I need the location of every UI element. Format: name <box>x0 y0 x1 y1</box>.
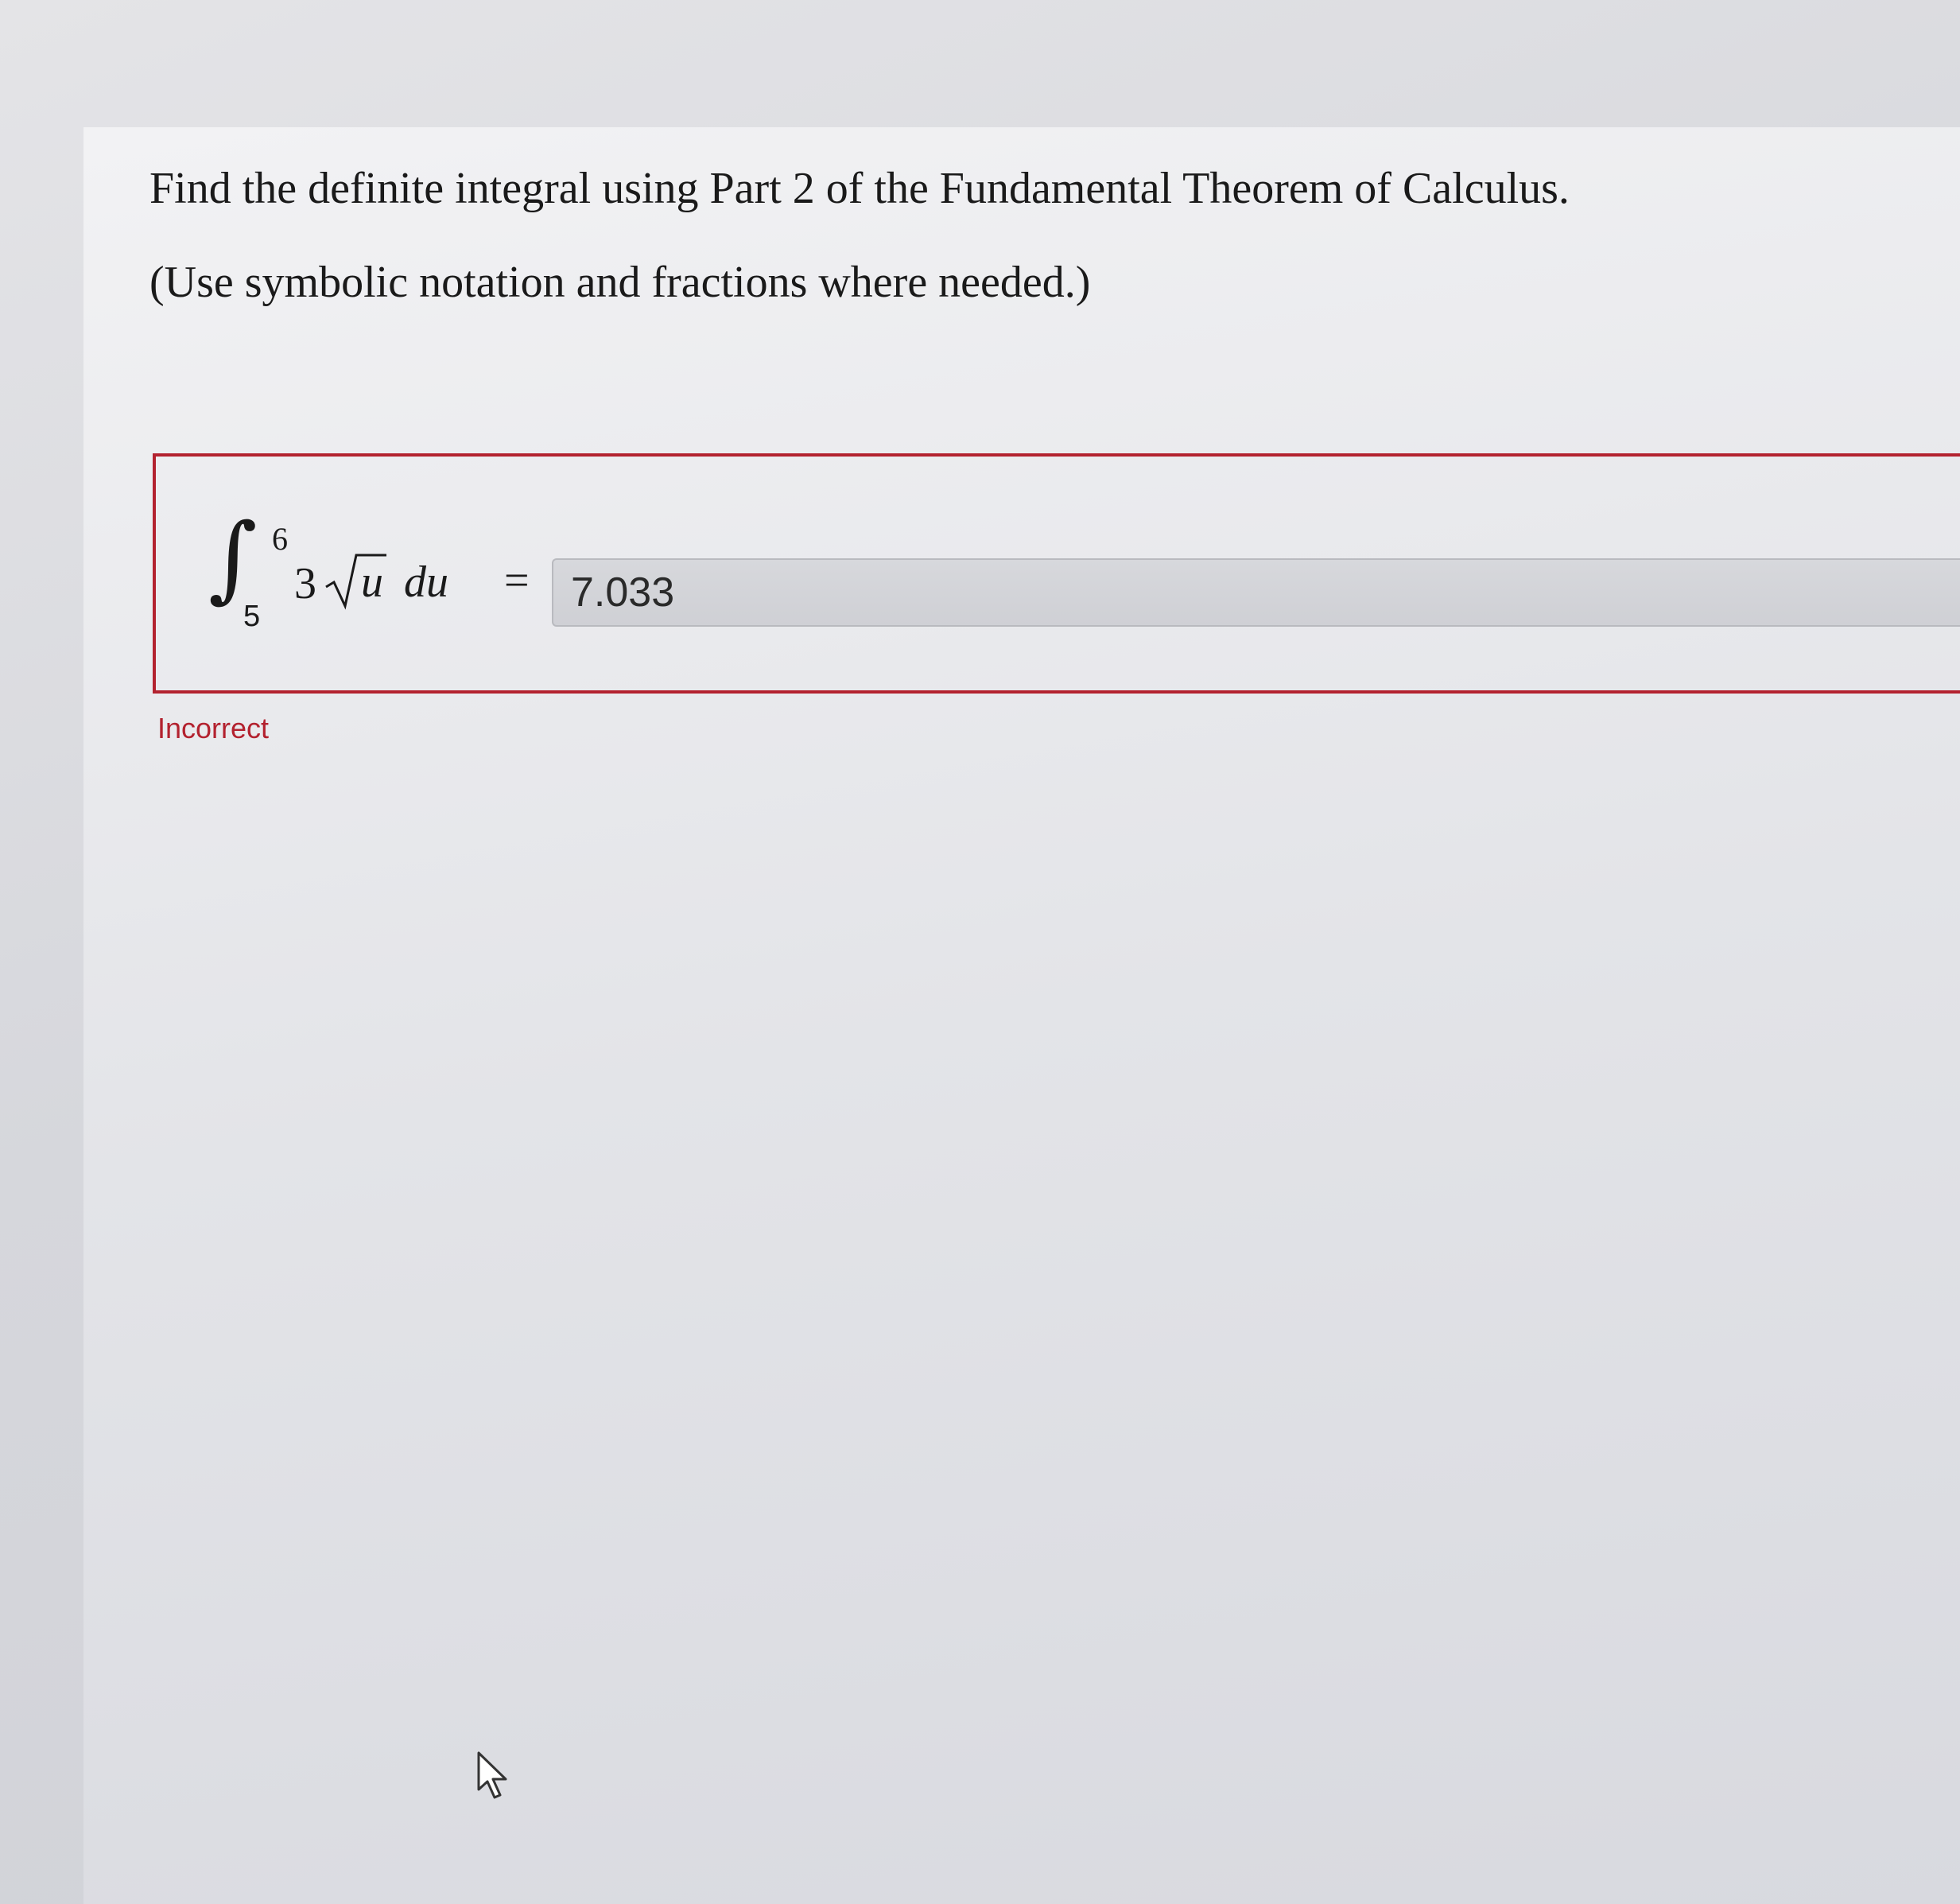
upper-limit: 6 <box>272 521 288 557</box>
coefficient: 3 <box>294 559 316 608</box>
question-panel <box>83 127 1960 1904</box>
differential: du <box>404 558 448 607</box>
question-title: Find the definite integral using Part 2 … <box>149 164 1570 213</box>
answer-box: ∫ 6 5 3 u du = 7.033 <box>153 453 1960 694</box>
feedback-incorrect: Incorrect <box>157 712 270 744</box>
mouse-pointer-icon <box>477 1751 507 1799</box>
question-hint: (Use symbolic notation and fractions whe… <box>149 258 1091 307</box>
integral-sign: ∫ <box>208 503 258 612</box>
equals-sign: = <box>504 556 530 605</box>
radicand: u <box>361 558 383 607</box>
answer-input[interactable]: 7.033 <box>552 558 1960 627</box>
lower-limit: 5 <box>243 600 261 633</box>
